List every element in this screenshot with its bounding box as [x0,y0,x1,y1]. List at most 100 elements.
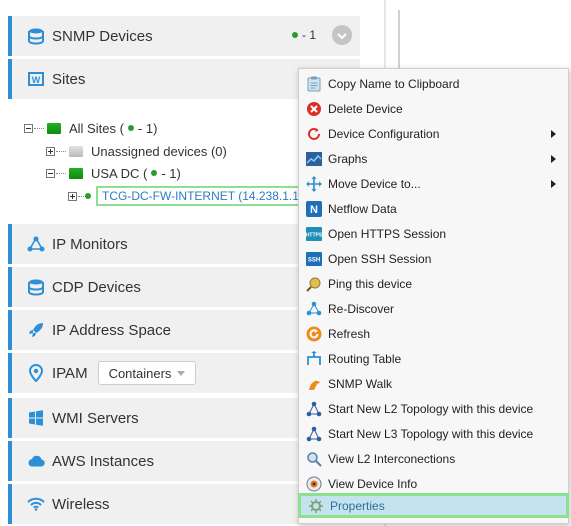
cloud-icon [24,455,48,467]
sites-icon: W [24,71,48,87]
menu-item-open-ssh[interactable]: SSH Open SSH Session [299,246,568,271]
menu-item-refresh[interactable]: Refresh [299,321,568,346]
tree-label: USA DC ( [91,165,148,181]
collapse-icon[interactable] [24,123,33,133]
menu-item-ping-device[interactable]: Ping this device [299,271,568,296]
tree-count: - 1) [137,120,158,136]
panel-title: CDP Devices [52,278,141,296]
menu-label: View L2 Interconections [328,451,456,466]
menu-item-l2-interconnections[interactable]: View L2 Interconections [299,446,568,471]
site-folder-icon [69,167,83,179]
https-icon: HTTPS [305,225,323,243]
menu-label: Properties [330,498,385,513]
panel-title: IP Address Space [52,321,171,339]
menu-item-l2-topology[interactable]: Start New L2 Topology with this device [299,396,568,421]
menu-item-rediscover[interactable]: Re-Discover [299,296,568,321]
menu-label: View Device Info [328,476,418,491]
menu-label: Delete Device [328,101,403,116]
menu-item-properties[interactable]: Properties [298,493,569,518]
menu-label: Open HTTPS Session [328,226,447,241]
panel-title: Wireless [52,495,110,513]
submenu-arrow-icon [551,155,556,163]
menu-label: Start New L3 Topology with this device [328,426,534,441]
containers-dropdown[interactable]: Containers [97,361,197,385]
status-dot [151,170,158,176]
properties-icon [307,497,325,515]
menu-label: Re-Discover [328,301,395,316]
panel-title: IPAM [52,364,88,382]
snmp-walk-icon [305,375,323,393]
menu-item-copy-name[interactable]: Copy Name to Clipboard [299,71,568,96]
status-dot [85,193,91,199]
menu-item-routing-table[interactable]: Routing Table [299,346,568,371]
chevron-down-icon [337,26,347,44]
routing-icon [305,350,323,368]
location-pin-icon [24,364,48,382]
tree-label: All Sites ( [69,120,124,136]
dropdown-value: Containers [108,365,172,381]
tree-node-device[interactable]: TCG-DC-FW-INTERNET (14.238.1.11) [68,186,315,206]
delete-icon [305,100,323,118]
graph-icon [305,150,323,168]
panel-title: Sites [52,70,86,88]
menu-item-graphs[interactable]: Graphs [299,146,568,171]
svg-text:N: N [310,204,318,216]
config-icon [305,125,323,143]
netflow-icon: N [305,200,323,218]
collapse-icon[interactable] [46,168,55,178]
svg-text:HTTPS: HTTPS [306,232,322,238]
menu-label: Copy Name to Clipboard [328,76,460,91]
topology-icon [305,425,323,443]
move-icon [305,175,323,193]
expand-icon[interactable] [68,191,77,201]
panel-title: AWS Instances [52,452,154,470]
menu-item-delete-device[interactable]: Delete Device [299,96,568,121]
tree-node-all-sites[interactable]: All Sites ( - 1) [24,118,157,138]
folder-icon [69,145,83,157]
panel-title: WMI Servers [52,409,139,427]
content-divider-inner [398,10,400,70]
menu-label: Open SSH Session [328,251,432,266]
menu-item-move-device[interactable]: Move Device to... [299,171,568,196]
menu-label: Refresh [328,326,371,341]
refresh-icon [305,325,323,343]
rediscover-icon [305,300,323,318]
info-icon [305,475,323,493]
collapse-button[interactable] [332,25,352,45]
tree-count: - 1) [161,165,181,181]
chevron-down-icon [177,370,186,376]
device-label[interactable]: TCG-DC-FW-INTERNET (14.238.1.11) [96,186,315,206]
device-context-menu: Copy Name to Clipboard Delete Device Dev… [298,68,569,524]
menu-item-device-configuration[interactable]: Device Configuration [299,121,568,146]
database-icon [24,278,48,296]
panel-snmp-devices[interactable]: SNMP Devices - 1 [8,16,360,56]
panel-title: IP Monitors [52,235,128,253]
rocket-icon [24,322,48,338]
topology-icon [305,400,323,418]
status-dot [127,125,134,131]
windows-icon [24,410,48,426]
menu-label: SNMP Walk [328,376,393,391]
menu-item-open-https[interactable]: HTTPS Open HTTPS Session [299,221,568,246]
expand-icon[interactable] [46,146,55,156]
menu-label: Start New L2 Topology with this device [328,401,534,416]
tree-node-usa-dc[interactable]: USA DC ( - 1) [46,163,181,183]
menu-label: Move Device to... [328,176,421,191]
tree-node-unassigned[interactable]: Unassigned devices (0) [46,141,227,161]
status-count: - 1 [291,28,316,42]
menu-item-l3-topology[interactable]: Start New L3 Topology with this device [299,421,568,446]
interconnections-icon [305,450,323,468]
svg-text:SSH: SSH [308,257,320,263]
menu-label: Netflow Data [328,201,397,216]
menu-label: Routing Table [328,351,402,366]
ssh-icon: SSH [305,250,323,268]
submenu-arrow-icon [551,130,556,138]
menu-label: Graphs [328,151,368,166]
menu-item-netflow-data[interactable]: N Netflow Data [299,196,568,221]
menu-label: Device Configuration [328,126,440,141]
database-icon [24,27,48,45]
menu-label: Ping this device [328,276,413,291]
menu-item-snmp-walk[interactable]: SNMP Walk [299,371,568,396]
status-count-text: - 1 [301,28,316,42]
network-icon [24,236,48,252]
